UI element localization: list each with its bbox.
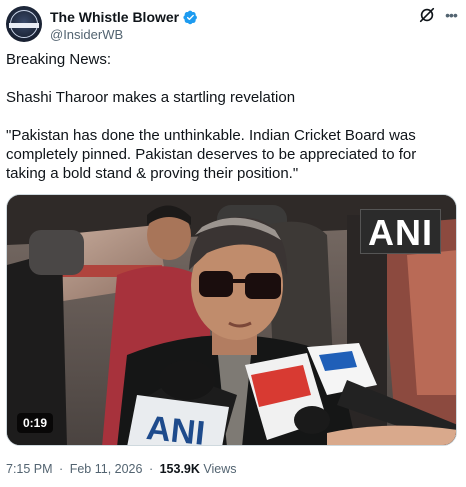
grok-icon[interactable] xyxy=(418,6,436,24)
meta-separator: · xyxy=(148,462,154,476)
tweet-paragraph: "Pakistan has done the unthinkable. Indi… xyxy=(6,127,421,182)
mic-foam-small xyxy=(294,406,330,434)
more-options-icon[interactable]: ••• xyxy=(442,7,460,25)
sunglasses-left-lens xyxy=(199,271,233,297)
avatar-logo-band xyxy=(9,23,39,28)
tweet-paragraph: Breaking News: xyxy=(6,51,112,68)
video-player[interactable]: ANI ANI 0:19 xyxy=(6,194,457,446)
tweet-meta: 7:15 PM · Feb 11, 2026 · 153.9K Views xyxy=(6,462,237,476)
tweet-header: The Whistle Blower @InsiderWB ••• xyxy=(6,6,460,46)
tweet-date[interactable]: Feb 11, 2026 xyxy=(70,462,143,476)
tweet-paragraph: Shashi Tharoor makes a startling revelat… xyxy=(6,89,296,106)
tweet-time[interactable]: 7:15 PM xyxy=(6,462,53,476)
views-count: 153.9K xyxy=(159,462,200,476)
ani-mic-logo: ANI xyxy=(145,409,207,446)
tweet-text: Breaking News: Shashi Tharoor makes a st… xyxy=(6,50,458,202)
sunglasses-bridge xyxy=(231,279,247,283)
verified-badge-icon xyxy=(183,10,198,24)
author-handle[interactable]: @InsiderWB xyxy=(50,27,123,42)
ani-watermark: ANI xyxy=(360,209,441,254)
author-display-name[interactable]: The Whistle Blower xyxy=(50,9,179,25)
views-label: Views xyxy=(203,462,237,476)
author-avatar[interactable] xyxy=(6,6,42,42)
video-duration-badge: 0:19 xyxy=(17,413,54,433)
author-name-line: The Whistle Blower xyxy=(50,8,198,26)
meta-separator: · xyxy=(59,462,64,476)
left-headrest xyxy=(29,230,84,275)
sunglasses-right-lens xyxy=(245,273,281,299)
microphone-foam xyxy=(159,360,215,400)
